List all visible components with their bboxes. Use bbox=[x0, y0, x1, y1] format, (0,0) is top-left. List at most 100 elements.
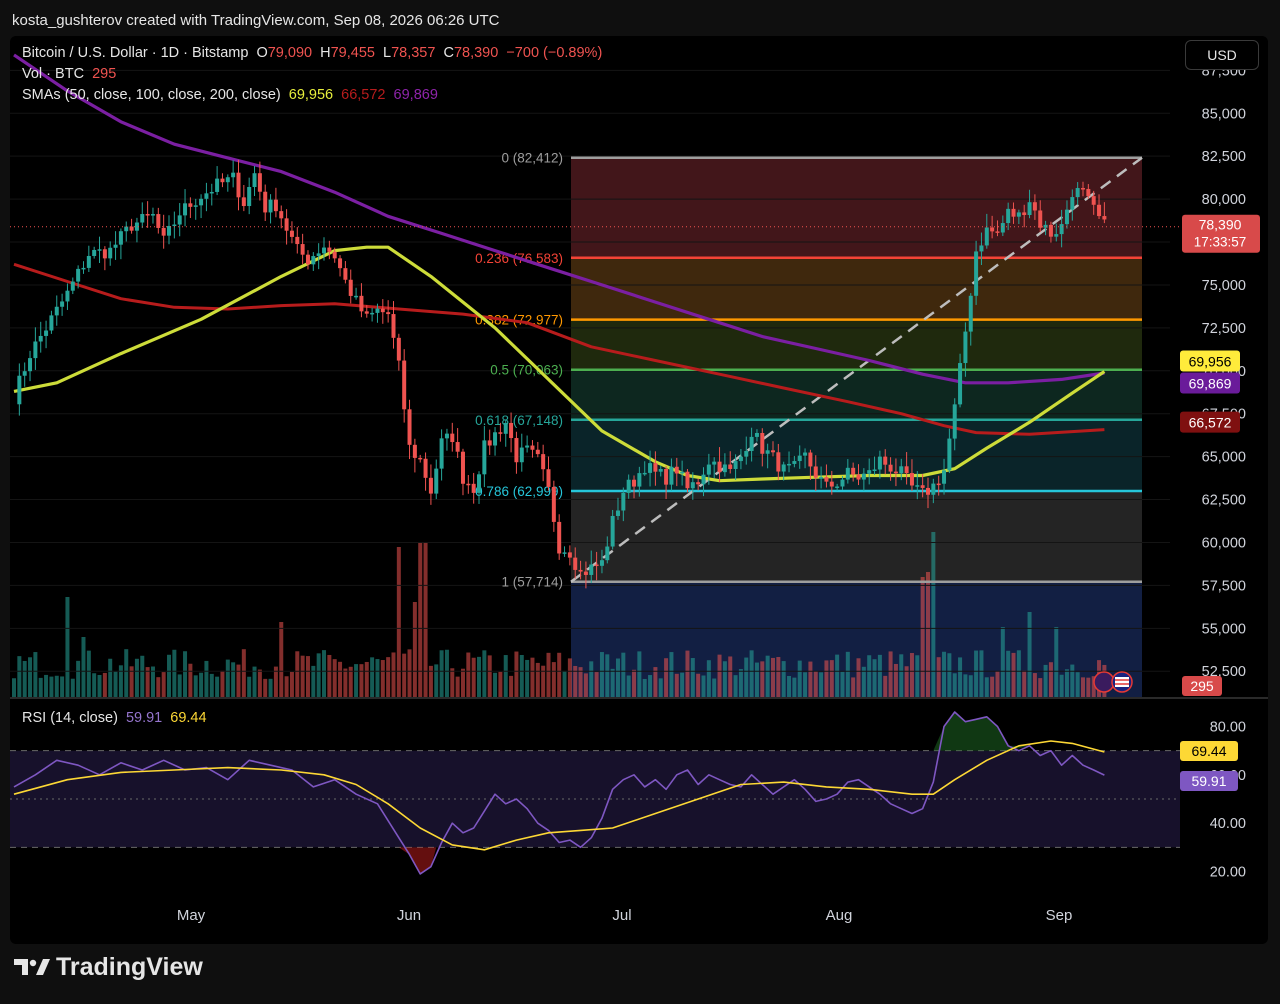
last-price-label: 78,390 bbox=[1199, 217, 1242, 233]
volume-badge-label: 295 bbox=[1190, 678, 1214, 694]
candle-body bbox=[845, 467, 850, 480]
sma-legend[interactable]: SMAs (50, close, 100, close, 200, close)… bbox=[22, 87, 442, 103]
volume-bar bbox=[295, 651, 300, 697]
volume-bar bbox=[1054, 627, 1059, 697]
candle-body bbox=[535, 449, 540, 455]
candle-body bbox=[444, 433, 449, 439]
volume-bar bbox=[140, 655, 145, 697]
countdown-label: 17:33:57 bbox=[1194, 235, 1247, 250]
rsi-tick-label: 20.00 bbox=[1210, 865, 1246, 881]
candle-body bbox=[199, 198, 204, 206]
candle-body bbox=[167, 225, 172, 236]
candle-body bbox=[97, 249, 102, 251]
volume-bar bbox=[370, 657, 375, 697]
candle-body bbox=[17, 375, 22, 405]
volume-bar bbox=[327, 654, 332, 697]
candle-body bbox=[375, 308, 380, 313]
volume-bar bbox=[498, 671, 503, 697]
candle-body bbox=[781, 464, 786, 472]
candle-body bbox=[530, 445, 535, 450]
volume-bar bbox=[519, 654, 524, 697]
candle-body bbox=[599, 560, 604, 566]
volume-bar bbox=[626, 675, 631, 697]
candle-body bbox=[44, 330, 49, 336]
volume-bar bbox=[728, 656, 733, 697]
candle-body bbox=[102, 249, 107, 259]
sma50-badge-label: 69,956 bbox=[1189, 354, 1232, 370]
candle-body bbox=[183, 203, 188, 216]
candle-body bbox=[418, 457, 423, 460]
brand-logo: TradingView bbox=[14, 952, 203, 982]
candle-body bbox=[1038, 210, 1043, 228]
sma50-value: 69,956 bbox=[288, 87, 334, 103]
candle-body bbox=[632, 479, 637, 487]
candle-body bbox=[412, 444, 417, 458]
candle-body bbox=[49, 315, 54, 331]
candle-body bbox=[396, 337, 401, 361]
candle-body bbox=[749, 436, 754, 451]
candle-body bbox=[963, 331, 968, 364]
candle-body bbox=[236, 172, 241, 198]
volume-bar bbox=[241, 649, 246, 697]
candle-body bbox=[92, 249, 97, 256]
candle-body bbox=[316, 253, 321, 257]
candle-body bbox=[765, 450, 770, 454]
rsi-legend[interactable]: RSI (14, close) 59.91 69.44 bbox=[22, 710, 211, 726]
candle-body bbox=[455, 442, 460, 452]
high-label: H bbox=[320, 45, 331, 61]
volume-bar bbox=[183, 651, 188, 697]
candle-body bbox=[220, 178, 225, 183]
candle-body bbox=[546, 469, 551, 487]
candle-body bbox=[1081, 188, 1085, 190]
currency-button[interactable]: USD bbox=[1185, 40, 1259, 70]
volume-bar bbox=[909, 653, 914, 697]
volume-bar bbox=[990, 676, 995, 697]
candle-body bbox=[653, 463, 658, 472]
volume-bar bbox=[124, 649, 129, 697]
rsi-badge-label: 59.91 bbox=[1191, 773, 1226, 789]
candle-body bbox=[354, 295, 359, 298]
candle-body bbox=[172, 224, 177, 227]
volume-bar bbox=[172, 649, 177, 697]
volume-bar bbox=[1027, 612, 1032, 697]
candle-body bbox=[1011, 208, 1016, 217]
volume-bar bbox=[621, 652, 626, 697]
volume-bar bbox=[546, 652, 551, 697]
price-tick-label: 57,500 bbox=[1202, 578, 1246, 594]
candle-body bbox=[958, 363, 963, 405]
volume-legend[interactable]: Vol · BTC 295 bbox=[22, 66, 120, 82]
volume-bar bbox=[845, 651, 850, 697]
candle-body bbox=[268, 199, 273, 213]
volume-bar bbox=[674, 673, 679, 697]
volume-bar bbox=[765, 655, 770, 697]
volume-bar bbox=[615, 658, 620, 697]
candle-body bbox=[706, 464, 711, 475]
price-tick-label: 60,000 bbox=[1202, 535, 1246, 551]
candle-body bbox=[300, 244, 305, 255]
candle-body bbox=[787, 463, 792, 466]
candle-body bbox=[145, 214, 150, 216]
candle-body bbox=[60, 301, 65, 307]
volume-bar bbox=[573, 665, 578, 697]
candle-body bbox=[1070, 197, 1075, 210]
volume-bar bbox=[44, 674, 49, 697]
volume-bar bbox=[49, 676, 54, 697]
candle-body bbox=[883, 456, 888, 465]
candle-body bbox=[904, 466, 909, 474]
chart-panel[interactable]: 0 (82,412) 0.236 (76,583) 0.382 (72,977) 0.… bbox=[10, 36, 1268, 944]
volume-bar bbox=[450, 668, 455, 697]
candle-body bbox=[610, 515, 615, 547]
volume-bar bbox=[17, 656, 22, 697]
candle-body bbox=[1064, 209, 1069, 225]
volume-bar bbox=[204, 660, 209, 697]
volume-bar bbox=[113, 671, 118, 697]
volume-bar bbox=[503, 655, 508, 697]
candle-body bbox=[770, 450, 775, 453]
chart-canvas[interactable]: 0 (82,412)0.236 (76,583)0.382 (72,977)0.… bbox=[10, 36, 1268, 944]
volume-bar bbox=[38, 677, 43, 697]
change-value: −700 (−0.89%) bbox=[506, 45, 603, 61]
symbol-legend[interactable]: Bitcoin / U.S. Dollar · 1D · Bitstamp O7… bbox=[22, 45, 606, 61]
candle-body bbox=[915, 485, 920, 487]
volume-bar bbox=[637, 651, 642, 697]
candle-body bbox=[343, 268, 348, 280]
